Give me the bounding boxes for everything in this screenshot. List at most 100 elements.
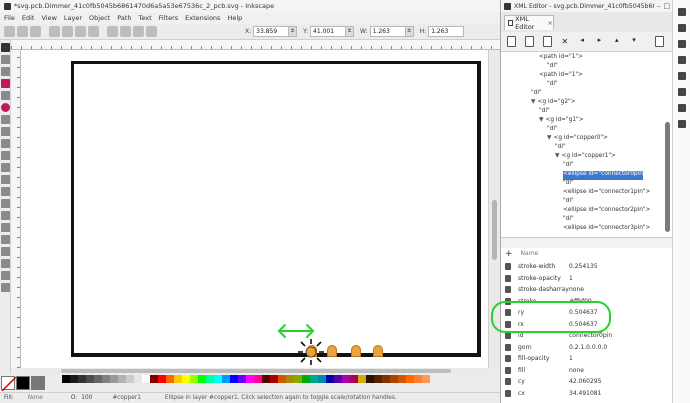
tree-node[interactable]: <ellipse id="connector1pin"> (563, 189, 650, 198)
color-swatch[interactable] (390, 375, 398, 383)
color-swatch[interactable] (142, 375, 150, 383)
color-swatch[interactable] (254, 375, 262, 383)
selection-handles[interactable] (296, 337, 326, 367)
drawing-canvas[interactable] (21, 50, 488, 368)
scroll-thumb[interactable] (492, 200, 497, 260)
select-all-icon[interactable] (4, 26, 15, 37)
dropper-tool-icon[interactable] (1, 259, 10, 268)
attribute-row[interactable]: cx 34.491081 (501, 388, 673, 399)
color-swatch[interactable] (398, 375, 406, 383)
attribute-value[interactable]: none (569, 286, 584, 293)
attribute-value[interactable]: 42.060295 (569, 378, 601, 385)
tree-node[interactable]: "dl" (547, 126, 558, 135)
color-swatch[interactable] (374, 375, 382, 383)
node-tool-icon[interactable] (1, 55, 10, 64)
color-swatch[interactable] (134, 375, 142, 383)
menu-edit[interactable]: Edit (22, 14, 35, 22)
delete-attribute-icon[interactable] (505, 274, 511, 282)
color-swatch[interactable] (342, 375, 350, 383)
x-spinner[interactable]: ± (289, 26, 298, 37)
tree-node[interactable]: ▼ <g id="copper1"> (555, 153, 616, 162)
black-swatch[interactable] (16, 376, 30, 390)
attribute-row[interactable]: stroke-dasharray none (501, 284, 673, 295)
maximize-icon[interactable]: □ (664, 2, 671, 10)
attribute-row[interactable]: stroke-width 0.254135 (501, 261, 673, 272)
w-spinner[interactable]: ± (405, 26, 414, 37)
text-tool-icon[interactable] (1, 175, 10, 184)
menu-filters[interactable]: Filters (159, 14, 178, 22)
expander-arrow-icon[interactable]: ▼ (531, 99, 535, 105)
tree-node[interactable]: <ellipse id="connector2pin"> (563, 207, 650, 216)
tab-xml-editor[interactable]: XML Editor × (504, 15, 554, 31)
doc-icon[interactable] (678, 40, 686, 48)
3d-box-tool-icon[interactable] (1, 91, 10, 100)
tree-node[interactable]: "dl" (531, 90, 542, 99)
spray-tool-icon[interactable] (1, 187, 10, 196)
color-swatch[interactable] (182, 375, 190, 383)
color-swatch[interactable] (318, 375, 326, 383)
spiral-tool-icon[interactable] (1, 127, 10, 136)
raise-icon[interactable] (120, 26, 131, 37)
attribute-row[interactable]: fill-opacity 1 (501, 353, 673, 364)
layout-menu-icon[interactable] (655, 36, 665, 47)
color-swatch[interactable] (102, 375, 110, 383)
color-swatch[interactable] (62, 375, 70, 383)
color-swatch[interactable] (278, 375, 286, 383)
attribute-value[interactable]: none (569, 367, 584, 374)
expander-arrow-icon[interactable]: ▼ (539, 117, 543, 123)
doc-icon[interactable] (678, 88, 686, 96)
star-tool-icon[interactable] (1, 115, 10, 124)
tree-node[interactable]: "dl" (563, 198, 574, 207)
new-element-node-icon[interactable] (507, 36, 516, 47)
color-swatch[interactable] (302, 375, 310, 383)
pen-tool-icon[interactable] (1, 151, 10, 160)
palette-swatches[interactable] (62, 375, 462, 391)
color-swatch[interactable] (198, 375, 206, 383)
vertical-ruler[interactable] (11, 50, 21, 368)
color-swatch[interactable] (286, 375, 294, 383)
color-swatch[interactable] (222, 375, 230, 383)
horizontal-ruler[interactable] (11, 40, 500, 50)
mesh-tool-icon[interactable] (1, 247, 10, 256)
expander-arrow-icon[interactable]: ▼ (555, 153, 559, 159)
unindent-node-icon[interactable]: ◂ (578, 36, 586, 47)
fill-value[interactable]: None (28, 395, 43, 401)
xml-node-tree[interactable]: <path id="1"> "dl" <path id="1"> "dl" "dl" ▼ <… (501, 52, 673, 238)
color-swatch[interactable] (350, 375, 358, 383)
attribute-value[interactable]: 34.491081 (569, 390, 601, 397)
color-swatch[interactable] (70, 375, 78, 383)
color-swatch[interactable] (230, 375, 238, 383)
ellipse-tool-icon[interactable] (1, 103, 10, 112)
tree-node[interactable]: <path id="1"> (539, 54, 583, 63)
tree-node[interactable]: "dl" (547, 81, 558, 90)
color-swatch[interactable] (326, 375, 334, 383)
deselect-icon[interactable] (30, 26, 41, 37)
delete-attribute-icon[interactable] (505, 366, 511, 374)
attribute-value[interactable]: 1 (569, 275, 573, 282)
menu-view[interactable]: View (41, 14, 56, 22)
color-swatch[interactable] (206, 375, 214, 383)
menu-path[interactable]: Path (117, 14, 131, 22)
color-swatch[interactable] (86, 375, 94, 383)
tree-node[interactable]: "dl" (555, 144, 566, 153)
color-swatch[interactable] (422, 375, 430, 383)
delete-node-icon[interactable]: ✕ (561, 36, 569, 47)
attribute-value[interactable]: 0.2.1.0.0.0.0 (569, 344, 607, 351)
w-input[interactable]: 1.263 (369, 26, 406, 37)
opacity-value[interactable]: 100 (81, 395, 92, 401)
duplicate-node-icon[interactable] (542, 36, 552, 47)
color-swatch[interactable] (270, 375, 278, 383)
y-spinner[interactable]: ± (346, 26, 355, 37)
doc-icon[interactable] (678, 104, 686, 112)
delete-attribute-icon[interactable] (505, 378, 511, 385)
bucket-tool-icon[interactable] (1, 211, 10, 220)
zoom-tool-icon[interactable] (1, 67, 10, 76)
measure-tool-icon[interactable] (1, 283, 10, 292)
flip-horizontal-icon[interactable] (75, 26, 86, 37)
color-swatch[interactable] (238, 375, 246, 383)
new-text-node-icon[interactable] (524, 36, 534, 47)
attribute-row[interactable]: stroke-opacity 1 (501, 273, 673, 284)
color-swatch[interactable] (358, 375, 366, 383)
doc-icon[interactable] (678, 72, 686, 80)
tweak-tool-icon[interactable] (1, 223, 10, 232)
